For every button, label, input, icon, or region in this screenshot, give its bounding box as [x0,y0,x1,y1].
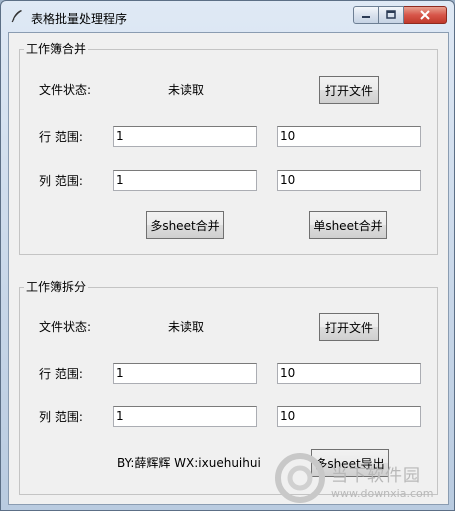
close-icon [420,10,430,20]
client-area: 工作簿合并 文件状态: 未读取 打开文件 行 范围: 1 10 列 范围: 1 … [8,32,449,505]
minimize-icon [362,16,370,18]
split-legend: 工作簿拆分 [24,280,89,294]
split-row-label: 行 范围: [39,367,83,381]
window-controls [353,6,447,26]
split-open-file-button[interactable]: 打开文件 [319,313,379,341]
maximize-button[interactable] [379,6,404,24]
split-row-start-input[interactable]: 1 [113,363,257,384]
split-col-label: 列 范围: [39,410,83,424]
watermark: 当下软件园 www.downxia.com [273,451,451,507]
maximize-icon [386,10,396,19]
split-col-end-input[interactable]: 10 [277,406,421,427]
title-bar[interactable]: 表格批量处理程序 [1,1,454,33]
minimize-button[interactable] [353,6,379,24]
merge-row-label: 行 范围: [39,130,83,144]
app-window: 表格批量处理程序 工作簿合并 文件状态: 未读取 打开文件 行 范围: 1 10… [0,0,455,511]
watermark-logo-icon [275,453,325,503]
merge-col-end-input[interactable]: 10 [277,170,421,191]
merge-row-end-input[interactable]: 10 [277,126,421,147]
close-button[interactable] [404,6,447,24]
multi-sheet-merge-button[interactable]: 多sheet合并 [146,211,224,239]
watermark-url: www.downxia.com [331,487,434,500]
watermark-text: 当下软件园 [331,466,421,486]
single-sheet-merge-button[interactable]: 单sheet合并 [309,211,387,239]
merge-legend: 工作簿合并 [24,42,89,56]
split-col-start-input[interactable]: 1 [113,406,257,427]
merge-status-value: 未读取 [168,83,205,97]
split-status-value: 未读取 [168,320,205,334]
feather-icon [11,10,22,23]
merge-col-start-input[interactable]: 1 [113,170,257,191]
merge-open-file-button[interactable]: 打开文件 [319,76,379,104]
merge-status-label: 文件状态: [39,83,92,97]
window-title: 表格批量处理程序 [31,12,128,26]
split-row-end-input[interactable]: 10 [277,363,421,384]
split-status-label: 文件状态: [39,320,92,334]
merge-col-label: 列 范围: [39,174,83,188]
merge-row-start-input[interactable]: 1 [113,126,257,147]
credit-text: BY:薛辉辉 WX:ixuehuihui [117,456,261,470]
